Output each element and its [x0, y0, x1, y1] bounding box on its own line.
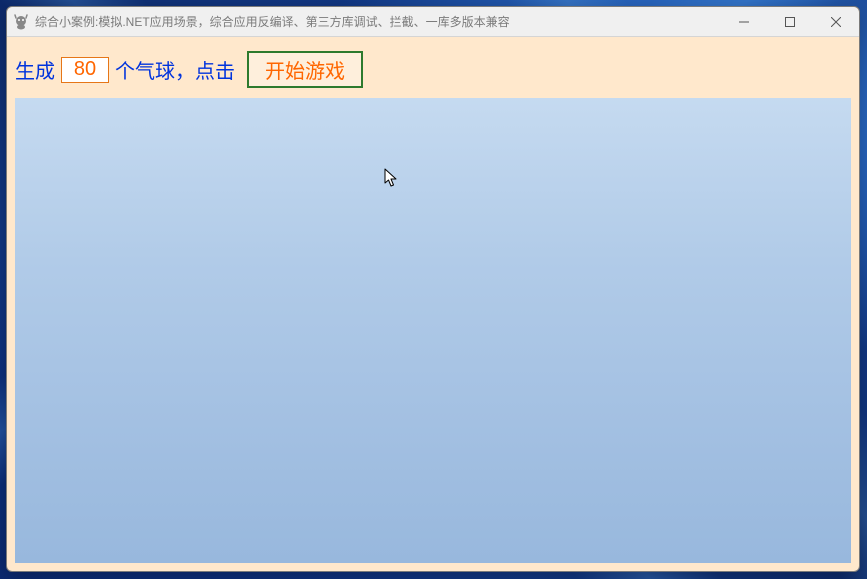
generate-label-after: 个气球，点击 — [115, 55, 235, 84]
app-icon — [13, 14, 29, 30]
window-controls — [721, 7, 859, 36]
game-canvas[interactable] — [15, 98, 851, 563]
cursor-icon — [384, 168, 400, 193]
app-window: 综合小案例:模拟.NET应用场景，综合应用反编译、第三方库调试、拦截、一库多版本… — [6, 6, 860, 572]
maximize-button[interactable] — [767, 7, 813, 36]
generate-label-before: 生成 — [15, 55, 55, 84]
toolbar: 生成 个气球，点击 开始游戏 — [7, 37, 859, 98]
balloon-count-input[interactable] — [61, 57, 109, 83]
titlebar[interactable]: 综合小案例:模拟.NET应用场景，综合应用反编译、第三方库调试、拦截、一库多版本… — [7, 7, 859, 37]
window-title: 综合小案例:模拟.NET应用场景，综合应用反编译、第三方库调试、拦截、一库多版本… — [35, 13, 721, 30]
minimize-button[interactable] — [721, 7, 767, 36]
close-button[interactable] — [813, 7, 859, 36]
start-game-button[interactable]: 开始游戏 — [247, 51, 363, 88]
